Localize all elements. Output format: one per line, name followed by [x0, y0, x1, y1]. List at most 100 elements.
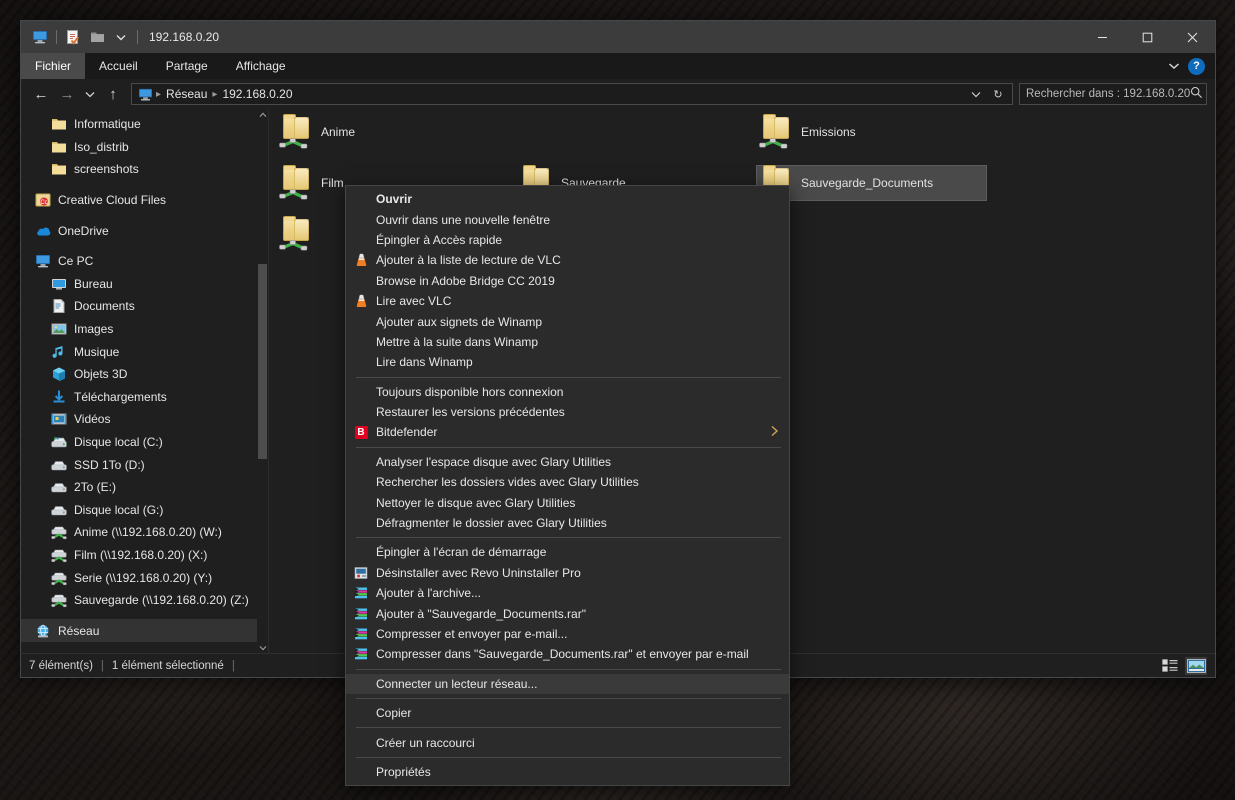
menu-item-ouvrir-dans-une-nouvelle-fen-tre[interactable]: Ouvrir dans une nouvelle fenêtre [346, 209, 789, 229]
up-button[interactable]: ↑ [101, 82, 125, 106]
scroll-up-arrow[interactable] [257, 109, 268, 120]
tab-affichage[interactable]: Affichage [222, 53, 300, 79]
new-folder-icon[interactable] [86, 26, 108, 48]
sidebar-item-screenshots[interactable]: screenshots [21, 158, 258, 181]
menu-item-copier[interactable]: Copier [346, 703, 789, 723]
sidebar-item-onedrive[interactable]: OneDrive [21, 219, 258, 242]
network-plug-icon [279, 189, 308, 200]
sidebar-item-label: Iso_distrib [74, 139, 129, 154]
sidebar-item-documents[interactable]: Documents [21, 295, 258, 318]
tab-partage[interactable]: Partage [152, 53, 222, 79]
navigation-scrollbar[interactable] [257, 109, 268, 653]
refresh-icon[interactable]: ↻ [988, 84, 1008, 104]
sidebar-item-ssd-1to-d[interactable]: SSD 1To (D:) [21, 453, 258, 476]
menu-item-connecter-un-lecteur-r-seau[interactable]: Connecter un lecteur réseau... [346, 673, 789, 694]
sidebar-item-label: Serie (\\192.168.0.20) (Y:) [74, 570, 213, 585]
vlc-icon [346, 294, 376, 308]
sidebar-item-musique[interactable]: Musique [21, 340, 258, 363]
breadcrumb-host[interactable]: 192.168.0.20 [218, 87, 296, 101]
sidebar-item-sauvegarde-192-168-0-20-z[interactable]: Sauvegarde (\\192.168.0.20) (Z:) [21, 589, 258, 612]
menu-item-browse-in-adobe-bridge-cc-2019[interactable]: Browse in Adobe Bridge CC 2019 [346, 271, 789, 291]
vlc-icon [346, 253, 376, 267]
sidebar-item-r-seau[interactable]: Réseau [21, 619, 258, 643]
address-computer-icon [136, 88, 155, 101]
sidebar-item-anime-192-168-0-20-w[interactable]: Anime (\\192.168.0.20) (W:) [21, 521, 258, 544]
network-plug-icon [759, 138, 788, 149]
scrollbar-thumb[interactable] [258, 264, 267, 459]
menu-item-ajouter-sauvegarde-documents-rar[interactable]: Ajouter à "Sauvegarde_Documents.rar" [346, 603, 789, 623]
sidebar-item-label: Sauvegarde (\\192.168.0.20) (Z:) [74, 593, 249, 608]
sidebar-item-images[interactable]: Images [21, 318, 258, 341]
this-pc-icon[interactable] [29, 26, 51, 48]
menu-item-lire-dans-winamp[interactable]: Lire dans Winamp [346, 352, 789, 372]
menu-item-nettoyer-le-disque-avec-glary-utilities[interactable]: Nettoyer le disque avec Glary Utilities [346, 492, 789, 512]
scroll-down-arrow[interactable] [257, 642, 268, 653]
sidebar-item-informatique[interactable]: Informatique [21, 113, 258, 136]
menu-item-pingler-acc-s-rapide[interactable]: Épingler à Accès rapide [346, 230, 789, 250]
maximize-button[interactable] [1125, 21, 1170, 53]
tab-accueil[interactable]: Accueil [85, 53, 152, 79]
menu-item-propri-t-s[interactable]: Propriétés [346, 762, 789, 782]
file-item-sauvegarde-documents[interactable]: Sauvegarde_Documents [756, 165, 987, 201]
file-item-emissions[interactable]: Emissions [757, 114, 987, 150]
menu-separator [356, 756, 781, 758]
pictures-icon [51, 321, 67, 337]
sidebar-item-creative-cloud-files[interactable]: Cc Creative Cloud Files [21, 189, 258, 212]
menu-item-label: Créer un raccourci [376, 735, 475, 750]
sidebar-item-film-192-168-0-20-x[interactable]: Film (\\192.168.0.20) (X:) [21, 544, 258, 567]
large-icons-view-button[interactable] [1185, 656, 1207, 675]
sidebar-item-ce-pc[interactable]: Ce PC [21, 250, 258, 273]
item-count-label: 7 élément(s) [29, 659, 93, 672]
menu-item-restaurer-les-versions-pr-c-dentes[interactable]: Restaurer les versions précédentes [346, 402, 789, 422]
tab-fichier[interactable]: Fichier [21, 53, 86, 79]
ribbon-right-controls: ? [1168, 53, 1215, 79]
sidebar-item-disque-local-c[interactable]: Disque local (C:) [21, 431, 258, 454]
sidebar-item-2to-e[interactable]: 2To (E:) [21, 476, 258, 499]
sidebar-item-serie-192-168-0-20-y[interactable]: Serie (\\192.168.0.20) (Y:) [21, 566, 258, 589]
sidebar-item-iso-distrib[interactable]: Iso_distrib [21, 136, 258, 159]
menu-item-ajouter-l-archive[interactable]: Ajouter à l'archive... [346, 583, 789, 603]
customize-dropdown-icon[interactable] [110, 26, 132, 48]
sidebar-item-bureau[interactable]: Bureau [21, 273, 258, 296]
close-button[interactable] [1170, 21, 1215, 53]
help-icon[interactable]: ? [1188, 57, 1205, 75]
menu-item-lire-avec-vlc[interactable]: Lire avec VLC [346, 291, 789, 311]
chevron-down-icon[interactable] [1168, 57, 1180, 75]
menu-item-d-fragmenter-le-dossier-avec-glary-utilities[interactable]: Défragmenter le dossier avec Glary Utili… [346, 513, 789, 533]
address-dropdown-icon[interactable] [966, 84, 986, 104]
menu-item-rechercher-les-dossiers-vides-avec-glary-utiliti[interactable]: Rechercher les dossiers vides avec Glary… [346, 472, 789, 492]
properties-icon[interactable] [62, 26, 84, 48]
menu-item-toujours-disponible-hors-connexion[interactable]: Toujours disponible hors connexion [346, 382, 789, 402]
sidebar-item-vid-os[interactable]: Vidéos [21, 408, 258, 431]
sidebar-item-disque-local-g[interactable]: Disque local (G:) [21, 499, 258, 522]
menu-item-ajouter-aux-signets-de-winamp[interactable]: Ajouter aux signets de Winamp [346, 311, 789, 331]
menu-item-pingler-l-cran-de-d-marrage[interactable]: Épingler à l'écran de démarrage [346, 542, 789, 562]
menu-item-label: Restaurer les versions précédentes [376, 405, 565, 420]
menu-item-ajouter-la-liste-de-lecture-de-vlc[interactable]: Ajouter à la liste de lecture de VLC [346, 250, 789, 270]
menu-item-label: Analyser l'espace disque avec Glary Util… [376, 454, 612, 469]
menu-item-d-sinstaller-avec-revo-uninstaller-pro[interactable]: Désinstaller avec Revo Uninstaller Pro [346, 563, 789, 583]
breadcrumb-reseau[interactable]: Réseau [162, 87, 211, 101]
menu-item-bitdefender[interactable]: B Bitdefender [346, 422, 789, 442]
menu-item-cr-er-un-raccourci[interactable]: Créer un raccourci [346, 732, 789, 752]
minimize-button[interactable] [1080, 21, 1125, 53]
menu-item-mettre-la-suite-dans-winamp[interactable]: Mettre à la suite dans Winamp [346, 332, 789, 352]
window-title: 192.168.0.20 [149, 30, 220, 44]
menu-item-analyser-l-espace-disque-avec-glary-utilities[interactable]: Analyser l'espace disque avec Glary Util… [346, 452, 789, 472]
file-item-anime[interactable]: Anime [277, 114, 507, 150]
address-bar[interactable]: ▸ Réseau ▸ 192.168.0.20 ↻ [131, 83, 1013, 105]
forward-button[interactable]: → [55, 82, 79, 106]
sidebar-item-label: screenshots [74, 162, 139, 177]
menu-item-compresser-et-envoyer-par-e-mail[interactable]: Compresser et envoyer par e-mail... [346, 624, 789, 644]
menu-item-compresser-dans-sauvegarde-documents-rar-et-envo[interactable]: Compresser dans "Sauvegarde_Documents.ra… [346, 644, 789, 664]
recent-locations-icon[interactable] [81, 82, 99, 106]
search-input[interactable]: Rechercher dans : 192.168.0.20 [1019, 83, 1207, 105]
ribbon-tab-bar: Fichier Accueil Partage Affichage ? [21, 53, 1215, 79]
context-menu[interactable]: Ouvrir Ouvrir dans une nouvelle fenêtre Ép… [345, 185, 790, 787]
menu-item-ouvrir[interactable]: Ouvrir [346, 189, 789, 209]
back-button[interactable]: ← [29, 82, 53, 106]
sidebar-item-objets-3d[interactable]: Objets 3D [21, 363, 258, 386]
sidebar-item-t-l-chargements[interactable]: Téléchargements [21, 386, 258, 409]
details-view-button[interactable] [1159, 657, 1181, 675]
